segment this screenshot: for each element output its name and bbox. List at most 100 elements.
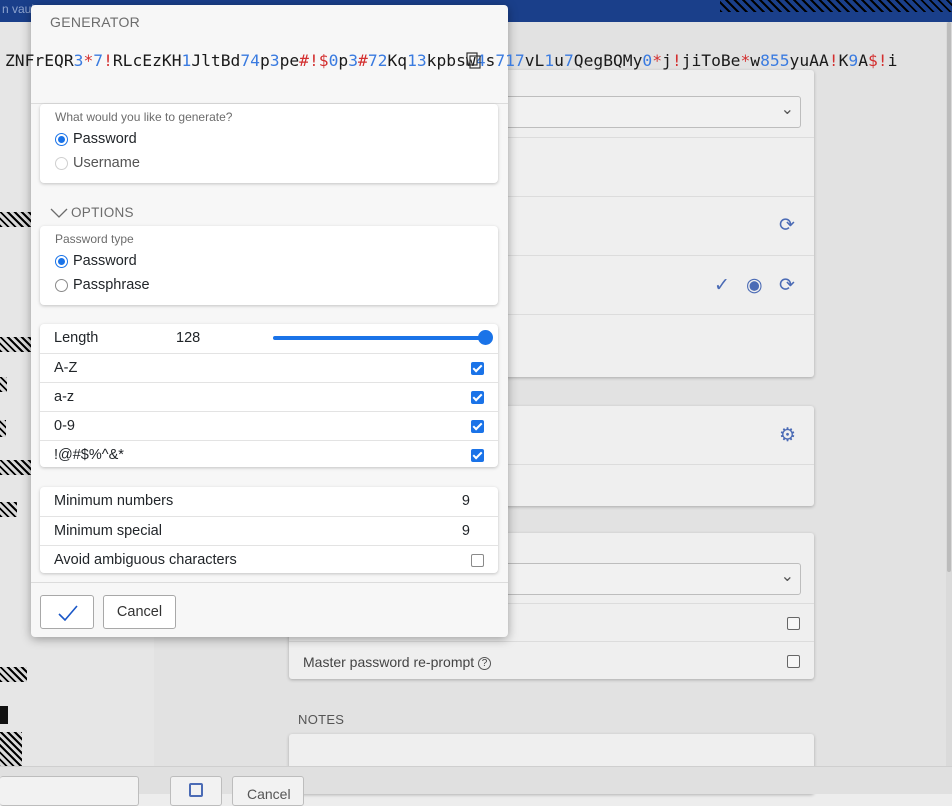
minimum-numbers-row: Minimum numbers 9 (40, 487, 498, 516)
gear-icon[interactable]: ⚙ (779, 426, 796, 445)
radio-label: Password (73, 253, 137, 269)
lowercase-checkbox[interactable] (471, 391, 484, 404)
charset-label: !@#$%^&* (54, 447, 124, 463)
charset-row-numbers[interactable]: 0-9 (40, 411, 498, 440)
minimum-numbers-label: Minimum numbers (54, 493, 174, 509)
select-button[interactable] (40, 595, 94, 629)
password-segment: 3 (73, 51, 84, 70)
password-segment: 72 (367, 51, 388, 70)
password-segment: p (338, 51, 349, 70)
password-segment: 7 (93, 51, 104, 70)
password-type-panel: Password type Password Passphrase (40, 226, 498, 305)
background-select[interactable] (499, 563, 801, 595)
password-segment: p (259, 51, 270, 70)
charset-row-uppercase[interactable]: A-Z (40, 353, 498, 382)
scrollbar-thumb[interactable] (947, 22, 951, 572)
slider-track[interactable] (273, 336, 485, 340)
avoid-ambiguous-label: Avoid ambiguous characters (54, 552, 237, 568)
avoid-ambiguous-checkbox[interactable] (471, 554, 484, 567)
generator-dialog: GENERATOR What would you like to generat… (31, 5, 508, 637)
password-segment: 3 (269, 51, 280, 70)
radio-label: Passphrase (73, 277, 150, 293)
charset-row-lowercase[interactable]: a-z (40, 382, 498, 411)
radio-button[interactable] (55, 278, 68, 292)
password-segment: ! (103, 51, 113, 70)
length-slider[interactable] (273, 330, 493, 345)
password-segment: j (662, 51, 672, 70)
minimum-special-label: Minimum special (54, 523, 162, 539)
charset-label: a-z (54, 389, 75, 405)
redacted-area (0, 212, 32, 227)
save-button[interactable] (170, 776, 222, 806)
password-segment: s (485, 51, 496, 70)
radio-button[interactable] (55, 156, 68, 170)
checkmark-icon (58, 605, 78, 621)
password-segment: QegBQMy (573, 51, 643, 70)
uppercase-checkbox[interactable] (471, 362, 484, 375)
password-segment: 3 (348, 51, 359, 70)
charset-label: 0-9 (54, 418, 75, 434)
redacted-area (0, 460, 32, 475)
password-segment: yuAA (789, 51, 829, 70)
password-segment: K (838, 51, 849, 70)
password-segment: #!$ (299, 51, 329, 70)
numbers-checkbox[interactable] (471, 420, 484, 433)
generate-type-panel: What would you like to generate? Passwor… (40, 104, 498, 183)
notes-heading: NOTES (298, 712, 345, 727)
redacted-area (0, 420, 6, 437)
help-icon[interactable]: ? (478, 656, 492, 670)
copy-icon[interactable] (466, 52, 481, 69)
password-segment: 1 (181, 51, 192, 70)
minimum-special-row: Minimum special 9 (40, 516, 498, 545)
password-segment: 717 (495, 51, 525, 70)
options-toggle[interactable]: OPTIONS (50, 205, 134, 220)
redacted-area (720, 0, 952, 12)
cancel-button[interactable]: Cancel (103, 595, 176, 629)
redacted-area (0, 502, 17, 517)
password-segment: 0 (328, 51, 339, 70)
password-segment: Kq (387, 51, 408, 70)
password-segment: w (750, 51, 761, 70)
refresh-icon[interactable]: ⟳ (779, 216, 795, 235)
password-segment: A (858, 51, 868, 70)
radio-type-password[interactable]: Password (55, 253, 137, 269)
redacted-area (0, 377, 7, 392)
redacted-area (0, 732, 22, 768)
check-circle-icon[interactable]: ✓ (714, 276, 730, 295)
password-segment: 0 (642, 51, 653, 70)
length-value: 128 (176, 330, 201, 346)
form-footer: Cancel (0, 766, 952, 806)
length-row: Length 128 (40, 324, 498, 353)
radio-button[interactable] (55, 132, 68, 146)
password-segment: ! (828, 51, 839, 70)
radio-button[interactable] (55, 254, 68, 268)
password-segment: 1 (544, 51, 555, 70)
radio-type-passphrase[interactable]: Passphrase (55, 277, 150, 293)
password-segment: 7 (563, 51, 574, 70)
password-segment: 74 (240, 51, 260, 70)
redacted-area (0, 667, 27, 682)
background-checkbox[interactable] (787, 617, 800, 630)
background-button[interactable] (0, 776, 139, 806)
dialog-title: GENERATOR (50, 14, 141, 30)
avoid-ambiguous-row[interactable]: Avoid ambiguous characters (40, 545, 498, 574)
background-cancel-button[interactable]: Cancel (232, 776, 304, 806)
background-select[interactable] (499, 96, 801, 128)
master-reprompt-checkbox[interactable] (787, 655, 800, 668)
dialog-footer: Cancel (31, 582, 508, 637)
minimum-numbers-input[interactable]: 9 (462, 493, 470, 509)
password-segment: 855 (760, 51, 790, 70)
generate-question-label: What would you like to generate? (55, 110, 233, 124)
password-segment: RLcEzKH (112, 51, 182, 70)
minimum-special-input[interactable]: 9 (462, 523, 470, 539)
eye-icon[interactable]: ◉ (746, 276, 763, 295)
charset-row-special[interactable]: !@#$%^&* (40, 440, 498, 469)
radio-password[interactable]: Password (55, 131, 137, 147)
refresh-icon[interactable]: ⟳ (779, 276, 795, 295)
special-checkbox[interactable] (471, 449, 484, 462)
password-segment: $! (868, 51, 888, 70)
slider-thumb[interactable] (478, 330, 493, 345)
redacted-area (0, 706, 8, 724)
password-segment: # (358, 51, 368, 70)
radio-username[interactable]: Username (55, 155, 140, 171)
